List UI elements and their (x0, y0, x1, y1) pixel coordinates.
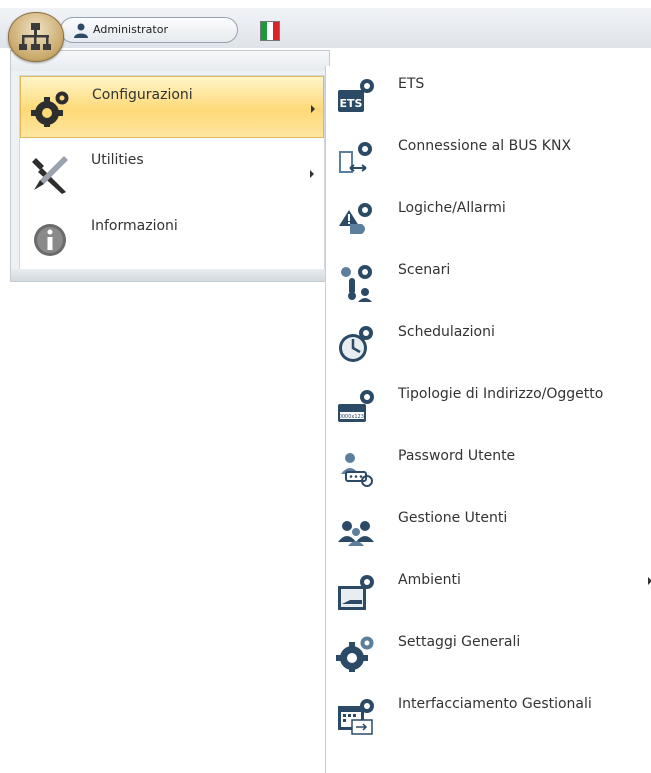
address-type-badge: 0000x123' (339, 414, 366, 420)
submenu-item-schedulazioni[interactable]: Schedulazioni (326, 314, 651, 376)
menu-item-informazioni[interactable]: Informazioni (20, 208, 324, 270)
submenu-item-label: Interfacciamento Gestionali (398, 696, 592, 712)
title-bar-top-strip (0, 0, 651, 8)
info-icon (34, 224, 66, 256)
svg-text:ETS: ETS (340, 97, 363, 110)
submenu-item-label: Tipologie di Indirizzo/Oggetto (398, 386, 604, 402)
submenu-item-label: Password Utente (398, 448, 516, 464)
configurazioni-submenu: ETS ETS Connessione al BUS KNX Logiche/A… (325, 66, 651, 773)
general-settings-gear-icon (336, 636, 374, 672)
italian-flag-icon[interactable] (260, 21, 280, 41)
clock-gear-icon (339, 326, 373, 362)
calendar-interface-gear-icon (338, 699, 374, 735)
user-selector[interactable]: Administrator (60, 17, 280, 43)
menu-item-label: Informazioni (91, 218, 178, 234)
user-icon (74, 23, 88, 38)
application-menu: Configurazioni Utilities Informazioni (10, 50, 330, 282)
gears-icon (31, 91, 69, 127)
submenu-item-label: Gestione Utenti (398, 510, 508, 526)
menu-item-configurazioni[interactable]: Configurazioni (20, 76, 324, 138)
submenu-item-label: Connessione al BUS KNX (398, 138, 572, 154)
tools-icon (32, 156, 68, 194)
user-password-icon (341, 453, 373, 487)
submenu-item-scenari[interactable]: Scenari (326, 252, 651, 314)
building-network-icon (19, 23, 51, 50)
submenu-item-label: Settaggi Generali (398, 634, 521, 650)
submenu-item-label: Schedulazioni (398, 324, 495, 340)
ets-gear-icon: ETS (338, 79, 374, 112)
submenu-item-interfacciamento-gestionali[interactable]: Interfacciamento Gestionali (326, 686, 651, 748)
scenes-gear-icon (341, 265, 372, 302)
user-name: Administrator (93, 23, 168, 36)
submenu-arrow-icon (311, 105, 315, 113)
menu-item-label: Configurazioni (92, 87, 193, 103)
submenu-item-gestione-utenti[interactable]: Gestione Utenti (326, 500, 651, 562)
menu-panel-footer (11, 269, 329, 281)
submenu-item-tipologie-indirizzo-oggetto[interactable]: 0000x123' Tipologie di Indirizzo/Oggetto (326, 376, 651, 438)
bus-connection-gear-icon (339, 142, 372, 173)
application-button[interactable] (8, 12, 64, 62)
submenu-item-label: Logiche/Allarmi (398, 200, 506, 216)
flag-red-stripe (273, 22, 279, 40)
users-management-icon (338, 521, 374, 546)
submenu-item-settaggi-generali[interactable]: Settaggi Generali (326, 624, 651, 686)
submenu-item-ets[interactable]: ETS ETS (326, 66, 651, 128)
room-gear-icon (338, 575, 374, 610)
logic-alarm-gear-icon (339, 203, 372, 234)
submenu-item-logiche-allarmi[interactable]: Logiche/Allarmi (326, 190, 651, 252)
submenu-item-label: Scenari (398, 262, 451, 278)
submenu-item-ambienti[interactable]: Ambienti (326, 562, 651, 624)
submenu-item-label: ETS (398, 76, 425, 92)
submenu-item-connessione-bus-knx[interactable]: Connessione al BUS KNX (326, 128, 651, 190)
address-type-gear-icon: 0000x123' (338, 390, 374, 422)
submenu-item-label: Ambienti (398, 572, 461, 588)
submenu-arrow-icon (310, 170, 314, 178)
menu-item-label: Utilities (91, 152, 144, 168)
submenu-item-password-utente[interactable]: Password Utente (326, 438, 651, 500)
menu-item-utilities[interactable]: Utilities (20, 142, 324, 204)
main-menu-list: Configurazioni Utilities Informazioni (19, 75, 325, 271)
